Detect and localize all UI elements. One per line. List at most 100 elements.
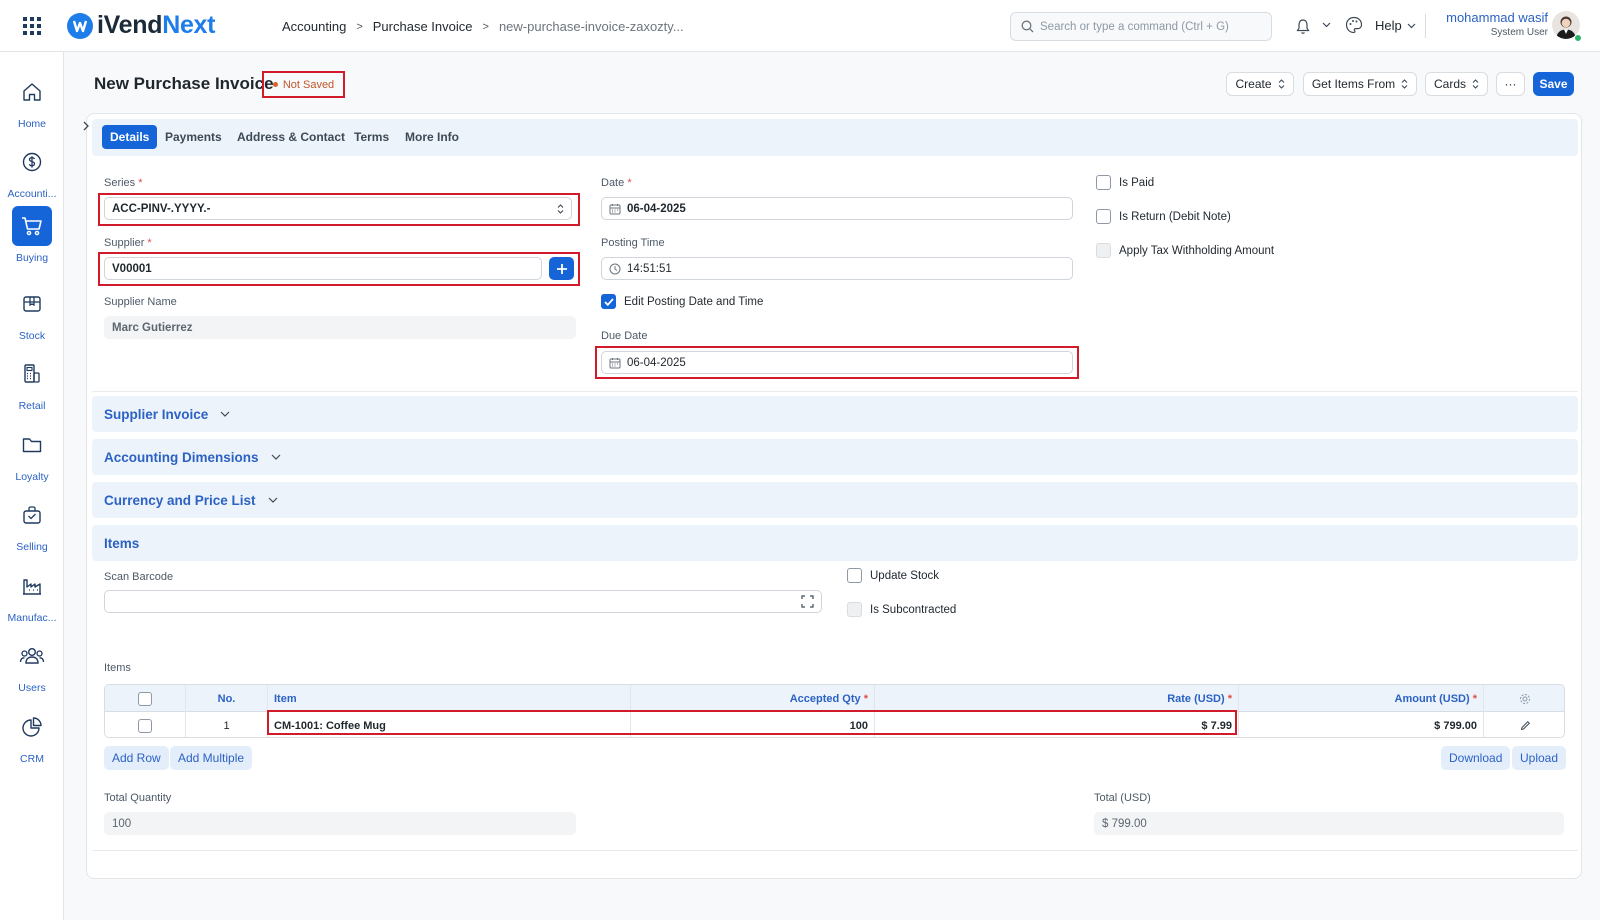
- tab-address-contact[interactable]: Address & Contact: [229, 125, 353, 149]
- breadcrumb-accounting[interactable]: Accounting: [282, 19, 346, 34]
- sidebar-item-home[interactable]: Home: [0, 72, 64, 136]
- sidebar-item-label: Manufac...: [7, 612, 57, 624]
- help-menu[interactable]: Help: [1375, 18, 1416, 33]
- app-grid-icon[interactable]: [22, 16, 42, 36]
- total-usd-field: $ 799.00: [1094, 812, 1564, 835]
- breadcrumb-purchase-invoice[interactable]: Purchase Invoice: [373, 19, 473, 34]
- create-label: Create: [1235, 77, 1272, 91]
- plus-icon: [556, 263, 567, 274]
- row-select-cell: [105, 712, 186, 737]
- user-info[interactable]: mohammad wasif System User: [1430, 10, 1548, 38]
- tab-more-info[interactable]: More Info: [397, 125, 467, 149]
- search-input[interactable]: [1040, 20, 1265, 33]
- add-multiple-button[interactable]: Add Multiple: [170, 746, 253, 770]
- sidebar-item-label: Home: [17, 118, 46, 130]
- upload-button[interactable]: Upload: [1512, 746, 1567, 770]
- sidebar-item-stock[interactable]: Stock: [0, 284, 64, 348]
- series-select[interactable]: ACC-PINV-.YYYY.-: [104, 197, 572, 220]
- is-paid-checkbox[interactable]: Is Paid: [1096, 175, 1154, 190]
- row-edit-cell: [1484, 712, 1564, 737]
- tab-details[interactable]: Details: [102, 125, 158, 149]
- date-value: 06-04-2025: [627, 202, 686, 215]
- due-date-label: Due Date: [601, 330, 648, 342]
- breadcrumb: Accounting > Purchase Invoice > new-purc…: [282, 19, 684, 34]
- sidebar-item-users[interactable]: Users: [0, 636, 64, 700]
- add-row-button[interactable]: Add Row: [104, 746, 169, 770]
- section-title: Items: [104, 535, 140, 551]
- sidebar-item-manufacturing[interactable]: Manufac...: [0, 566, 64, 630]
- sidebar-item-retail[interactable]: Retail: [0, 354, 64, 418]
- cart-icon: [22, 217, 42, 236]
- chevron-down-icon[interactable]: [1322, 22, 1331, 28]
- update-stock-checkbox[interactable]: Update Stock: [847, 568, 939, 583]
- cards-button[interactable]: Cards: [1425, 72, 1488, 96]
- column-header-no: No.: [186, 685, 268, 712]
- tab-payments[interactable]: Payments: [157, 125, 230, 149]
- get-items-from-button[interactable]: Get Items From: [1303, 72, 1417, 96]
- row-checkbox[interactable]: [138, 718, 152, 733]
- theme-palette-icon[interactable]: [1345, 16, 1363, 34]
- footer-divider: [92, 850, 1578, 851]
- scan-icon[interactable]: [801, 595, 814, 608]
- supplier-name-field: Marc Gutierrez: [104, 316, 576, 339]
- gear-icon[interactable]: [1519, 693, 1531, 705]
- online-status-dot: [1574, 34, 1582, 42]
- sidebar-item-buying[interactable]: Buying: [0, 206, 64, 270]
- save-button[interactable]: Save: [1533, 72, 1574, 96]
- tab-terms[interactable]: Terms: [346, 125, 397, 149]
- is-paid-label: Is Paid: [1119, 176, 1155, 189]
- checkbox-disabled: [847, 602, 862, 617]
- more-actions-button[interactable]: ···: [1496, 72, 1525, 96]
- sidebar-item-accounting[interactable]: Accounti...: [0, 142, 64, 206]
- add-supplier-button[interactable]: [549, 257, 574, 280]
- create-button[interactable]: Create: [1226, 72, 1294, 96]
- download-button[interactable]: Download: [1441, 746, 1511, 770]
- due-date-field[interactable]: 06-04-2025: [601, 351, 1073, 374]
- series-label: Series *: [104, 177, 143, 189]
- sidebar-item-label: Stock: [18, 330, 46, 342]
- page-title: New Purchase Invoice: [94, 74, 274, 93]
- sidebar-item-selling[interactable]: Selling: [0, 495, 64, 559]
- total-quantity-value: 100: [112, 817, 132, 830]
- posting-time-field[interactable]: 14:51:51: [601, 257, 1073, 280]
- chevron-down-icon: [268, 497, 277, 503]
- section-currency-price-list[interactable]: Currency and Price List: [92, 482, 1578, 518]
- cards-label: Cards: [1433, 77, 1466, 91]
- home-icon: [23, 83, 41, 101]
- scan-barcode-input[interactable]: [104, 590, 822, 613]
- notification-bell-icon[interactable]: [1295, 18, 1311, 35]
- section-items[interactable]: Items: [92, 525, 1578, 561]
- bag-icon: [23, 506, 41, 524]
- sidebar-item-label: Selling: [16, 541, 48, 553]
- date-field[interactable]: 06-04-2025: [601, 197, 1073, 220]
- factory-icon: [23, 579, 41, 595]
- sidebar-item-crm[interactable]: CRM: [0, 707, 64, 771]
- column-header-amount: Amount (USD) *: [1239, 685, 1484, 712]
- pencil-icon[interactable]: [1520, 720, 1531, 731]
- sidebar-item-loyalty[interactable]: Loyalty: [0, 425, 64, 489]
- select-all-checkbox[interactable]: [138, 691, 152, 706]
- supplier-field[interactable]: V00001: [104, 257, 542, 280]
- users-icon: [19, 648, 45, 664]
- section-supplier-invoice[interactable]: Supplier Invoice: [92, 396, 1578, 432]
- is-return-checkbox[interactable]: Is Return (Debit Note): [1096, 209, 1231, 224]
- tab-bar: Details Payments Address & Contact Terms…: [92, 119, 1578, 156]
- apply-tax-withholding-checkbox[interactable]: Apply Tax Withholding Amount: [1096, 243, 1274, 258]
- posting-time-value: 14:51:51: [627, 262, 672, 275]
- section-accounting-dimensions[interactable]: Accounting Dimensions: [92, 439, 1578, 475]
- status-badge: Not Saved: [262, 71, 345, 98]
- total-quantity-label: Total Quantity: [104, 792, 172, 804]
- search-bar[interactable]: [1010, 12, 1272, 41]
- sidebar-item-label: Buying: [15, 252, 49, 264]
- checkbox-unchecked: [1096, 175, 1111, 190]
- brand-logo[interactable]: iVendNext: [66, 11, 215, 40]
- is-subcontracted-checkbox[interactable]: Is Subcontracted: [847, 602, 956, 617]
- select-arrows-icon: [1472, 79, 1479, 89]
- checkbox-unchecked: [1096, 209, 1111, 224]
- edit-posting-date-checkbox[interactable]: Edit Posting Date and Time: [601, 294, 763, 309]
- help-label: Help: [1375, 18, 1402, 33]
- posting-time-label: Posting Time: [601, 237, 665, 249]
- supplier-name-value: Marc Gutierrez: [112, 321, 193, 334]
- checkmark-icon: [603, 297, 614, 306]
- section-title: Currency and Price List: [104, 492, 256, 508]
